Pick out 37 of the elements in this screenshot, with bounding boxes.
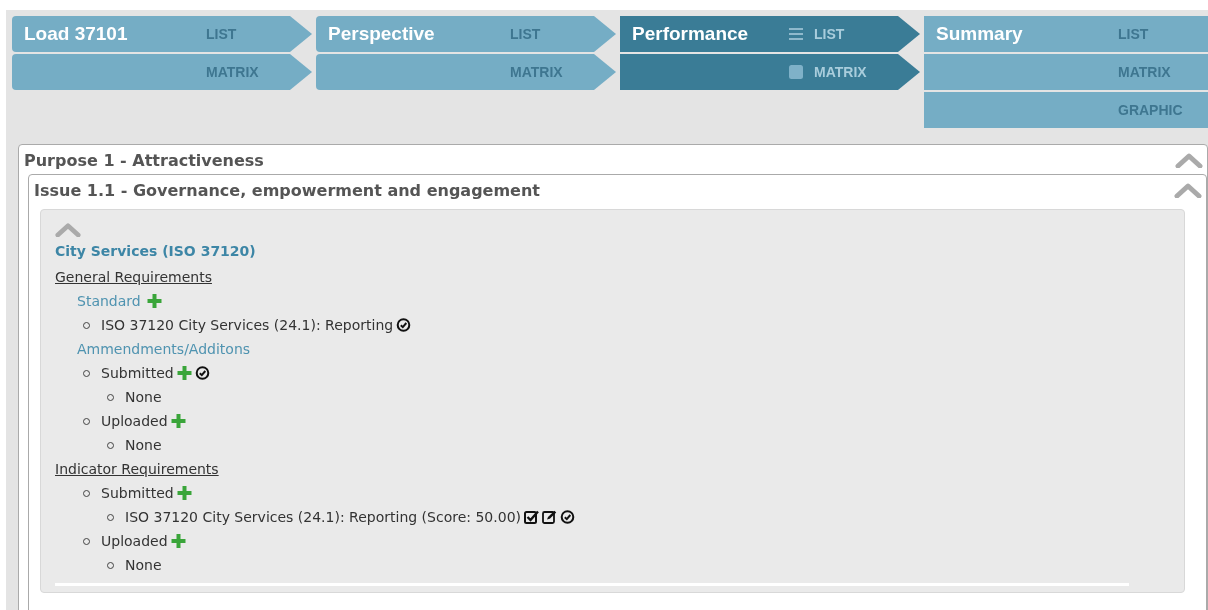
circle-check-icon[interactable] bbox=[560, 510, 575, 524]
add-icon[interactable] bbox=[170, 534, 186, 548]
edit-icon[interactable] bbox=[542, 510, 557, 524]
issue-title: Issue 1.1 - Governance, empowerment and engagement bbox=[34, 180, 540, 200]
collapse-icon[interactable] bbox=[55, 222, 81, 237]
purpose-title: Purpose 1 - Attractiveness bbox=[24, 150, 264, 170]
circle-check-icon[interactable] bbox=[194, 366, 210, 380]
section-heading: Indicator Requirements bbox=[55, 461, 219, 477]
section-title: City Services (ISO 37120) bbox=[55, 243, 257, 259]
add-icon[interactable] bbox=[170, 414, 186, 428]
list-item-text: None bbox=[125, 437, 162, 453]
list-item-text: None bbox=[125, 389, 162, 405]
step-title[interactable]: Performance bbox=[620, 23, 749, 45]
step-title[interactable]: Summary bbox=[924, 23, 1023, 45]
view-option-link[interactable]: GRAPHIC bbox=[1118, 102, 1183, 118]
list-item-text: None bbox=[125, 557, 162, 573]
subsection-label: Standard bbox=[77, 293, 141, 309]
subsection-label: Ammendments/Additons bbox=[77, 341, 251, 357]
list-item-text: Uploaded bbox=[101, 533, 168, 549]
step-title[interactable]: Load 37101 bbox=[12, 23, 128, 45]
add-icon[interactable] bbox=[146, 294, 162, 308]
list-icon[interactable] bbox=[788, 26, 804, 42]
step-title[interactable]: Perspective bbox=[316, 23, 435, 45]
collapse-icon[interactable] bbox=[1174, 182, 1202, 198]
list-item-text: Submitted bbox=[101, 485, 174, 501]
list-item-text: Submitted bbox=[101, 365, 174, 381]
circle-check-icon[interactable] bbox=[396, 318, 412, 332]
view-option-link[interactable]: MATRIX bbox=[814, 64, 867, 80]
view-option-link[interactable]: LIST bbox=[814, 26, 845, 42]
checkbox-icon[interactable] bbox=[524, 510, 539, 524]
collapse-icon[interactable] bbox=[1175, 152, 1203, 168]
square-icon[interactable] bbox=[788, 64, 804, 80]
add-icon[interactable] bbox=[176, 486, 192, 500]
list-item-text: Uploaded bbox=[101, 413, 168, 429]
list-item-text: ISO 37120 City Services (24.1): Reporting bbox=[101, 317, 394, 333]
section-heading: General Requirements bbox=[55, 269, 212, 285]
list-item-text: ISO 37120 City Services (24.1): Reporting (Score: 50.00) bbox=[125, 509, 521, 525]
